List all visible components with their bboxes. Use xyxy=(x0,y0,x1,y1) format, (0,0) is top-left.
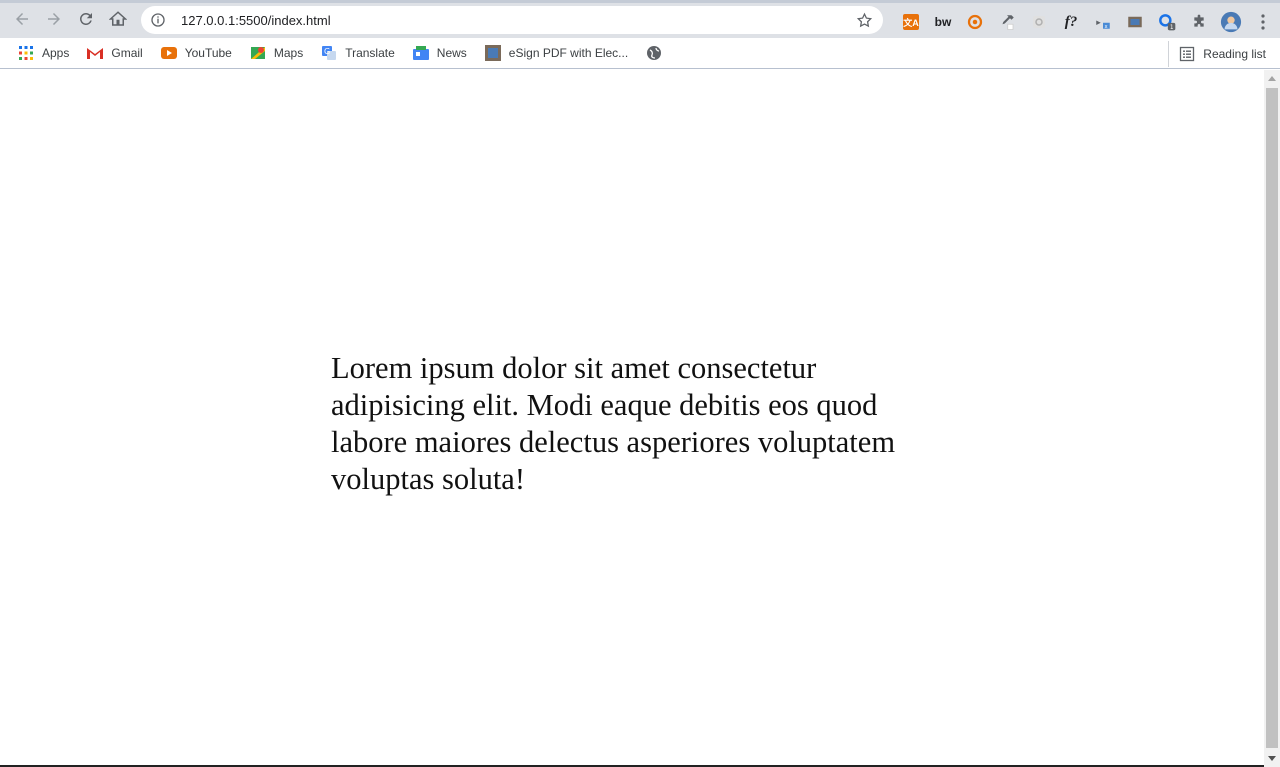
site-info-icon[interactable] xyxy=(149,11,167,29)
extension-translate[interactable]: 文A xyxy=(895,8,927,36)
url-text[interactable]: 127.0.0.1:5500/index.html xyxy=(181,13,855,28)
translate-icon: G xyxy=(321,45,337,61)
globe-icon xyxy=(646,45,662,61)
bookmark-label: Translate xyxy=(345,46,395,60)
extension-fx[interactable]: f? xyxy=(1055,8,1087,36)
bookmark-translate[interactable]: G Translate xyxy=(315,40,401,66)
news-icon xyxy=(412,45,429,61)
extension-eye[interactable] xyxy=(959,8,991,36)
scroll-down-arrow-icon[interactable] xyxy=(1268,756,1276,761)
profile-avatar[interactable] xyxy=(1215,8,1247,36)
bookmark-star-icon[interactable] xyxy=(855,11,873,29)
scroll-up-arrow-icon[interactable] xyxy=(1268,76,1276,81)
esign-icon xyxy=(484,45,501,61)
puzzle-icon xyxy=(1194,14,1204,27)
bookmark-globe[interactable] xyxy=(640,40,676,66)
reading-list-label: Reading list xyxy=(1203,47,1266,61)
bookmark-youtube[interactable]: YouTube xyxy=(155,40,238,66)
svg-text:G: G xyxy=(324,47,330,56)
browser-toolbar: 127.0.0.1:5500/index.html 文A bw f? x 1 xyxy=(0,0,1280,38)
eyedropper-icon xyxy=(1002,15,1014,30)
svg-text:x: x xyxy=(1105,24,1108,30)
extension-bw[interactable]: bw xyxy=(927,8,959,36)
bookmark-esign[interactable]: eSign PDF with Elec... xyxy=(479,40,634,66)
bookmarks-bar: Apps Gmail YouTube Maps G Translate News xyxy=(0,38,1280,69)
bookmark-gmail[interactable]: Gmail xyxy=(81,40,148,66)
gear-icon xyxy=(1033,16,1045,28)
back-button[interactable] xyxy=(7,4,37,34)
bookmark-apps[interactable]: Apps xyxy=(12,40,75,66)
fx-ext-icon: f? xyxy=(1064,13,1078,30)
bookmark-label: Apps xyxy=(42,46,70,60)
extension-gear-grey[interactable] xyxy=(1023,8,1055,36)
bw-ext-icon: bw xyxy=(934,15,952,29)
extension-puzzle[interactable] xyxy=(1183,8,1215,36)
address-bar[interactable]: 127.0.0.1:5500/index.html xyxy=(141,6,883,34)
arrow-right-icon xyxy=(48,13,60,25)
bookmark-label: eSign PDF with Elec... xyxy=(508,46,629,60)
esign-ext-icon xyxy=(1128,16,1142,28)
reload-button[interactable] xyxy=(71,4,101,34)
extension-eyedropper[interactable] xyxy=(991,8,1023,36)
arrow-left-icon xyxy=(16,13,28,25)
eye-icon xyxy=(967,14,983,30)
reading-list-icon xyxy=(1180,46,1195,62)
maps-icon xyxy=(250,45,266,61)
gmail-icon xyxy=(87,45,104,61)
home-icon xyxy=(109,11,127,26)
extension-counter[interactable]: 1 xyxy=(1151,8,1183,36)
cast-icon: x xyxy=(1096,20,1110,30)
apps-grid-icon xyxy=(18,45,34,61)
bookmark-maps[interactable]: Maps xyxy=(244,40,309,66)
reading-list-button[interactable]: Reading list xyxy=(1168,41,1266,67)
avatar-icon xyxy=(1220,11,1242,33)
reload-icon xyxy=(79,12,92,25)
home-button[interactable] xyxy=(103,4,133,34)
extensions-area: 文A bw f? x 1 xyxy=(895,7,1279,37)
forward-button[interactable] xyxy=(39,4,69,34)
lorem-paragraph: Lorem ipsum dolor sit amet consectetur a… xyxy=(331,351,896,496)
extension-cast[interactable]: x xyxy=(1087,8,1119,36)
page-viewport: Lorem ipsum dolor sit amet consectetur a… xyxy=(0,70,1264,767)
svg-text:1: 1 xyxy=(1170,25,1174,31)
youtube-icon xyxy=(160,45,177,61)
vertical-scrollbar[interactable] xyxy=(1264,70,1280,767)
bookmark-label: YouTube xyxy=(184,46,232,60)
translate-ext-icon: 文A xyxy=(903,14,919,30)
badge-gear-icon: 1 xyxy=(1159,14,1176,31)
bookmark-news[interactable]: News xyxy=(407,40,473,66)
extension-esign[interactable] xyxy=(1119,8,1151,36)
bookmark-label: News xyxy=(436,46,467,60)
bookmark-label: Maps xyxy=(273,46,304,60)
scrollbar-thumb[interactable] xyxy=(1266,88,1278,748)
kebab-menu-icon xyxy=(1261,14,1265,30)
bookmark-label: Gmail xyxy=(111,46,143,60)
menu-kebab-button[interactable] xyxy=(1247,8,1279,36)
